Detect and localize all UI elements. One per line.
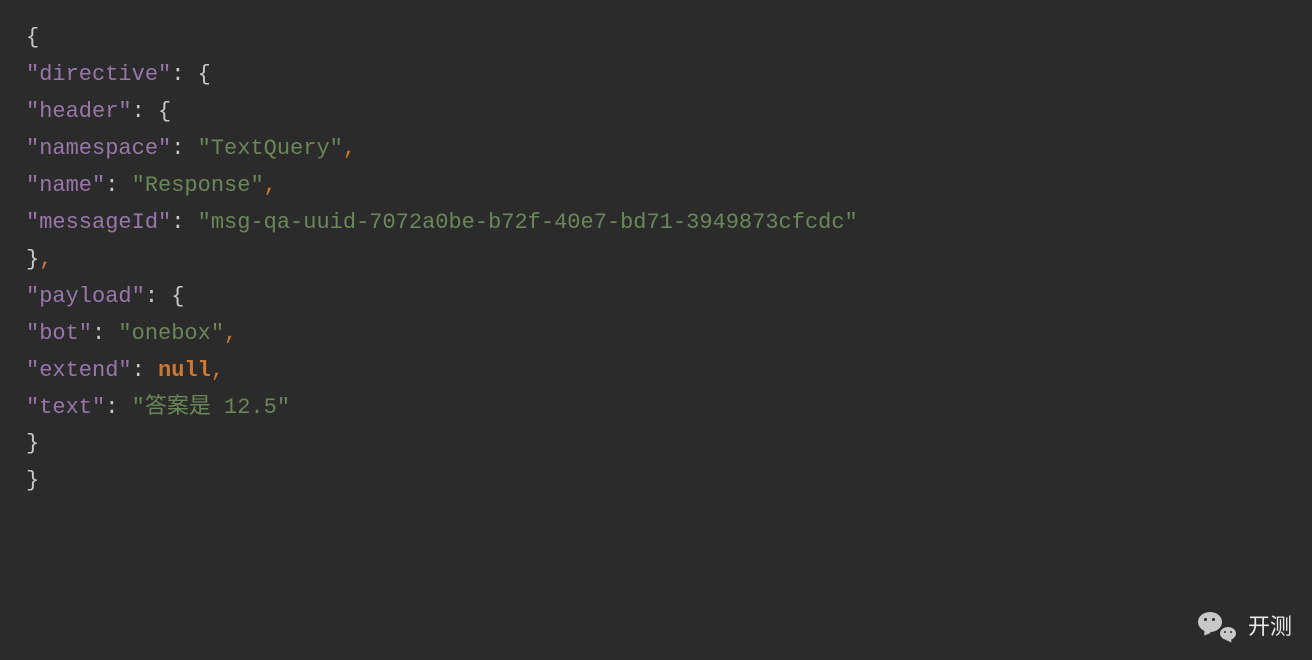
comma: , bbox=[343, 136, 356, 161]
code-line: "bot": "onebox", bbox=[26, 316, 1312, 353]
code-line: "name": "Response", bbox=[26, 168, 1312, 205]
json-key: "namespace" bbox=[26, 136, 171, 161]
code-line: "extend": null, bbox=[26, 353, 1312, 390]
colon: : bbox=[145, 284, 158, 309]
colon: : bbox=[105, 173, 118, 198]
colon: : bbox=[92, 321, 105, 346]
brace-open: { bbox=[158, 284, 184, 309]
json-value: "Response" bbox=[118, 173, 263, 198]
watermark-label: 开测 bbox=[1248, 609, 1292, 646]
colon: : bbox=[132, 358, 158, 383]
json-value: "TextQuery" bbox=[184, 136, 342, 161]
code-editor[interactable]: { "directive": { "header": { "namespace"… bbox=[0, 0, 1312, 500]
colon: : bbox=[171, 136, 184, 161]
json-null: null bbox=[158, 358, 211, 383]
wechat-icon bbox=[1198, 612, 1238, 644]
code-line: }, bbox=[26, 242, 1312, 279]
brace-open: { bbox=[184, 62, 210, 87]
code-line: } bbox=[26, 426, 1312, 463]
watermark: 开测 bbox=[1198, 609, 1292, 646]
json-value: "msg-qa-uuid-7072a0be-b72f-40e7-bd71-394… bbox=[184, 210, 857, 235]
colon: : bbox=[105, 395, 118, 420]
code-line: "header": { bbox=[26, 94, 1312, 131]
code-line: "payload": { bbox=[26, 279, 1312, 316]
colon: : bbox=[132, 99, 145, 124]
json-key: "extend" bbox=[26, 358, 132, 383]
brace-close: } bbox=[26, 431, 39, 456]
brace-open: { bbox=[145, 99, 171, 124]
json-key: "payload" bbox=[26, 284, 145, 309]
json-key: "header" bbox=[26, 99, 132, 124]
comma: , bbox=[39, 247, 52, 272]
code-line: "messageId": "msg-qa-uuid-7072a0be-b72f-… bbox=[26, 205, 1312, 242]
comma: , bbox=[224, 321, 237, 346]
code-line: } bbox=[26, 463, 1312, 500]
json-value: "答案是 12.5" bbox=[118, 395, 290, 420]
brace-close: } bbox=[26, 247, 39, 272]
code-line: "namespace": "TextQuery", bbox=[26, 131, 1312, 168]
json-key: "text" bbox=[26, 395, 105, 420]
colon: : bbox=[171, 62, 184, 87]
colon: : bbox=[171, 210, 184, 235]
json-key: "messageId" bbox=[26, 210, 171, 235]
comma: , bbox=[211, 358, 224, 383]
json-value: "onebox" bbox=[105, 321, 224, 346]
json-key: "directive" bbox=[26, 62, 171, 87]
code-line: "directive": { bbox=[26, 57, 1312, 94]
json-key: "bot" bbox=[26, 321, 92, 346]
json-key: "name" bbox=[26, 173, 105, 198]
brace-open: { bbox=[26, 25, 39, 50]
comma: , bbox=[264, 173, 277, 198]
brace-close: } bbox=[26, 468, 39, 493]
code-line: "text": "答案是 12.5" bbox=[26, 390, 1312, 427]
code-line: { bbox=[26, 20, 1312, 57]
